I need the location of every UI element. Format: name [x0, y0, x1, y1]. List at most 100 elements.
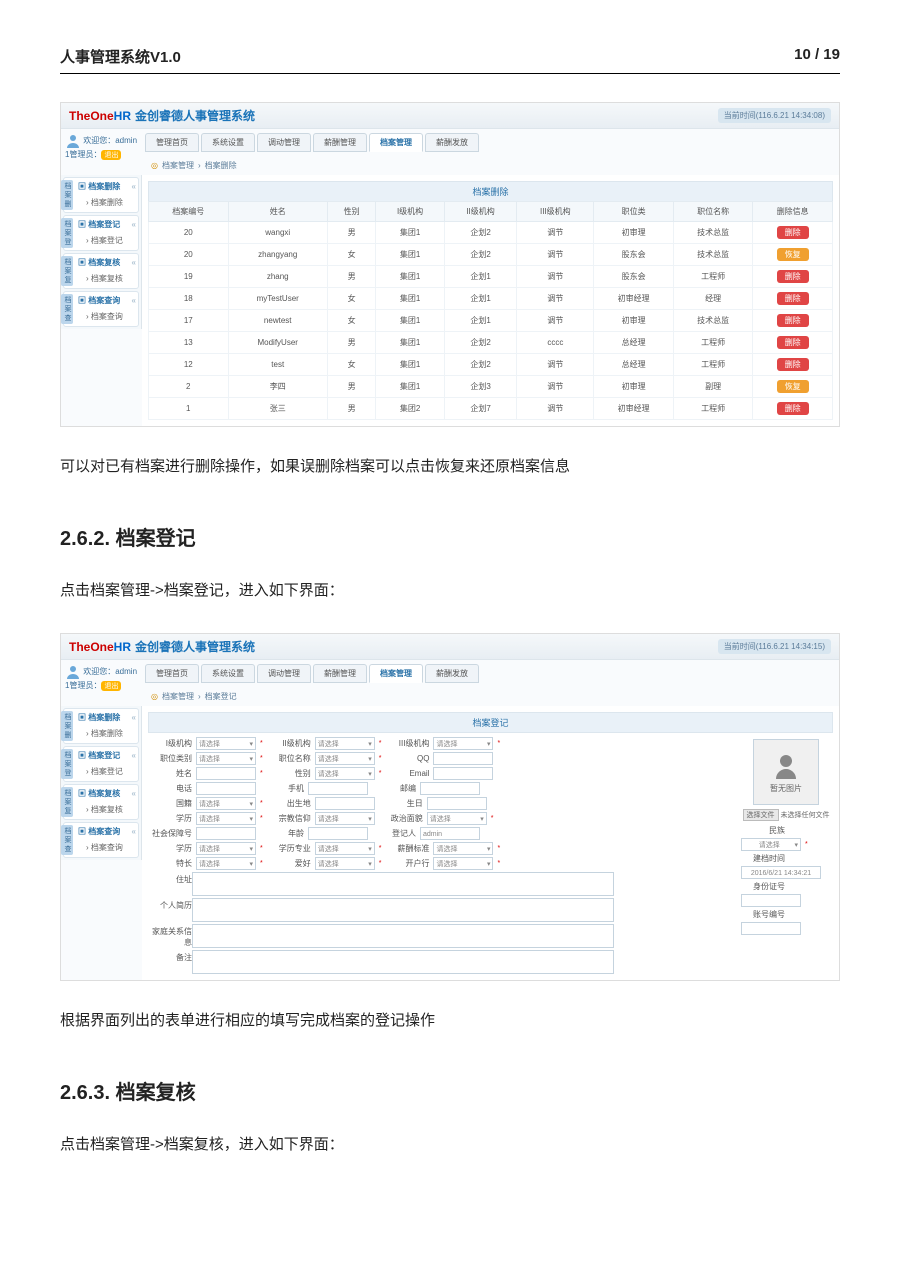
- sidebar-header[interactable]: ▣ 档案登记«: [76, 216, 138, 233]
- form-input[interactable]: [196, 782, 256, 795]
- sidebar-header[interactable]: ▣ 档案查询«: [76, 292, 138, 309]
- choose-file-button[interactable]: 选择文件: [743, 809, 779, 821]
- form-label: 性别: [267, 768, 311, 779]
- crumb-root[interactable]: 档案管理: [162, 691, 194, 702]
- form-select[interactable]: 请选择: [433, 737, 493, 750]
- nav-tab[interactable]: 系统设置: [201, 664, 255, 683]
- sidebar-ribbon: 档案登记: [61, 218, 73, 248]
- sidebar: 档案删除▣ 档案删除«› 档案删除档案登记▣ 档案登记«› 档案登记档案复核▣ …: [61, 175, 142, 329]
- sidebar-ribbon: 档案登记: [61, 749, 73, 779]
- bankno-field[interactable]: [741, 922, 801, 935]
- nav-tab[interactable]: 档案管理: [369, 133, 423, 152]
- heading-262: 2.6.2. 档案登记: [60, 522, 840, 551]
- form-select[interactable]: 请选择: [196, 737, 256, 750]
- paragraph-1: 可以对已有档案进行删除操作，如果误删除档案可以点击恢复来还原档案信息: [60, 453, 840, 482]
- sidebar-header[interactable]: ▣ 档案查询«: [76, 823, 138, 840]
- form-select[interactable]: 请选择: [315, 737, 375, 750]
- sidebar-item[interactable]: › 档案查询: [76, 309, 138, 326]
- form-input[interactable]: [196, 827, 256, 840]
- sidebar-item[interactable]: › 档案查询: [76, 840, 138, 857]
- logout-button[interactable]: 退出: [101, 150, 121, 160]
- form-label: 政治面貌: [379, 813, 423, 824]
- remark-textarea[interactable]: [192, 950, 614, 974]
- form-select[interactable]: 请选择: [315, 752, 375, 765]
- sidebar-item[interactable]: › 档案删除: [76, 195, 138, 212]
- nav-tab[interactable]: 系统设置: [201, 133, 255, 152]
- form-input[interactable]: [433, 752, 493, 765]
- table-cell: 总经理: [594, 354, 674, 376]
- nav-tab[interactable]: 管理首页: [145, 133, 199, 152]
- sidebar-header[interactable]: ▣ 档案删除«: [76, 709, 138, 726]
- sidebar-ribbon: 档案复核: [61, 787, 73, 817]
- sidebar-group: 档案删除▣ 档案删除«› 档案删除: [63, 708, 139, 744]
- ethnic-label: 民族: [741, 825, 785, 836]
- sidebar-header[interactable]: ▣ 档案复核«: [76, 254, 138, 271]
- nav-tab[interactable]: 调动管理: [257, 664, 311, 683]
- family-textarea[interactable]: [192, 924, 614, 948]
- delete-button[interactable]: 删除: [777, 226, 809, 239]
- logout-button[interactable]: 退出: [101, 681, 121, 691]
- nav-tab[interactable]: 薪酬发放: [425, 133, 479, 152]
- resume-textarea[interactable]: [192, 898, 614, 922]
- form-select[interactable]: 请选择: [315, 767, 375, 780]
- recover-button[interactable]: 恢复: [777, 380, 809, 393]
- sidebar-item[interactable]: › 档案复核: [76, 271, 138, 288]
- user-panel: 欢迎您：admin 1管理员：退出: [61, 660, 145, 706]
- delete-button[interactable]: 删除: [777, 402, 809, 415]
- nav-tab[interactable]: 管理首页: [145, 664, 199, 683]
- table-header: 性别: [327, 202, 375, 222]
- delete-button[interactable]: 删除: [777, 314, 809, 327]
- sidebar-item[interactable]: › 档案登记: [76, 764, 138, 781]
- address-input[interactable]: [192, 872, 614, 896]
- table-row: 19zhang男集团1企划1调节股东会工程师删除: [149, 266, 833, 288]
- idno-field[interactable]: [741, 894, 801, 907]
- form-select[interactable]: 请选择: [315, 842, 375, 855]
- nav-tab[interactable]: 薪酬管理: [313, 664, 367, 683]
- delete-button[interactable]: 删除: [777, 270, 809, 283]
- delete-button[interactable]: 删除: [777, 336, 809, 349]
- crumb-root[interactable]: 档案管理: [162, 160, 194, 171]
- form-select[interactable]: 请选择: [433, 857, 493, 870]
- sidebar-item[interactable]: › 档案复核: [76, 802, 138, 819]
- form-input[interactable]: [427, 797, 487, 810]
- form-select[interactable]: 请选择: [315, 857, 375, 870]
- ethnic-select[interactable]: 请选择: [741, 838, 801, 851]
- page-number: 10 / 19: [794, 46, 840, 67]
- form-input[interactable]: [420, 782, 480, 795]
- table-cell: cccc: [517, 332, 594, 354]
- sidebar-header[interactable]: ▣ 档案删除«: [76, 178, 138, 195]
- table-cell: 集团1: [376, 288, 444, 310]
- form-input[interactable]: [315, 797, 375, 810]
- form-input[interactable]: [196, 767, 256, 780]
- form-select[interactable]: 请选择: [196, 752, 256, 765]
- form-label: 姓名: [148, 768, 192, 779]
- form-select[interactable]: 请选择: [196, 842, 256, 855]
- form-input[interactable]: admin: [420, 827, 480, 840]
- table-cell: zhang: [228, 266, 327, 288]
- doc-title: 人事管理系统V1.0: [60, 46, 181, 67]
- recover-button[interactable]: 恢复: [777, 248, 809, 261]
- form-select[interactable]: 请选择: [427, 812, 487, 825]
- delete-button[interactable]: 删除: [777, 358, 809, 371]
- app-titlebar: TheOneHR 金创睿德人事管理系统 当前时间(116.6.21 14:34:…: [61, 103, 839, 128]
- form-input[interactable]: [433, 767, 493, 780]
- table-header: 删除信息: [753, 202, 833, 222]
- delete-button[interactable]: 删除: [777, 292, 809, 305]
- table-header: III级机构: [517, 202, 594, 222]
- sidebar-header[interactable]: ▣ 档案复核«: [76, 785, 138, 802]
- nav-tab[interactable]: 薪酬管理: [313, 133, 367, 152]
- nav-tab[interactable]: 调动管理: [257, 133, 311, 152]
- form-select[interactable]: 请选择: [196, 857, 256, 870]
- form-select[interactable]: 请选择: [196, 797, 256, 810]
- form-input[interactable]: [308, 827, 368, 840]
- form-select[interactable]: 请选择: [433, 842, 493, 855]
- nav-tab[interactable]: 薪酬发放: [425, 664, 479, 683]
- table-cell: 女: [327, 310, 375, 332]
- form-select[interactable]: 请选择: [315, 812, 375, 825]
- nav-tab[interactable]: 档案管理: [369, 664, 423, 683]
- sidebar-header[interactable]: ▣ 档案登记«: [76, 747, 138, 764]
- form-select[interactable]: 请选择: [196, 812, 256, 825]
- form-input[interactable]: [308, 782, 368, 795]
- sidebar-item[interactable]: › 档案登记: [76, 233, 138, 250]
- sidebar-item[interactable]: › 档案删除: [76, 726, 138, 743]
